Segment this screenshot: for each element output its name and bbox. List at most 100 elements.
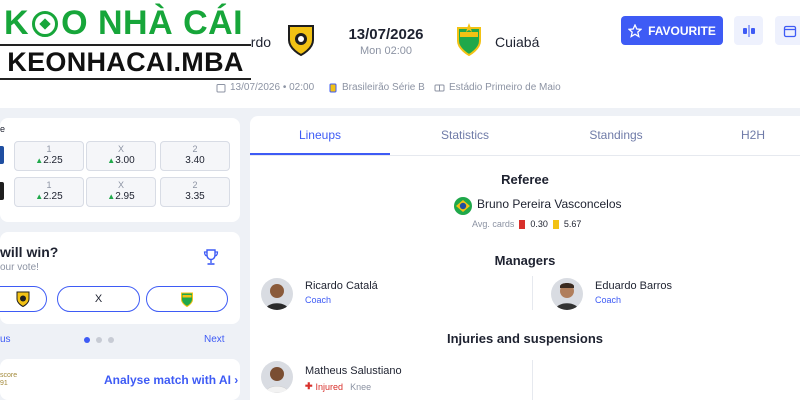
odds-value-text: 2.25 bbox=[43, 191, 63, 202]
red-card-avg: 0.30 bbox=[530, 219, 548, 229]
ai-logo-line1: score bbox=[0, 372, 18, 379]
tab-h2h[interactable]: H2H bbox=[694, 116, 800, 154]
logo-bottom-text: KEONHACAI.MBA bbox=[7, 47, 244, 77]
injury-status: ✚ Injured Knee bbox=[305, 381, 371, 392]
person-icon bbox=[265, 284, 289, 310]
compare-button[interactable] bbox=[734, 16, 763, 45]
brazil-flag-icon bbox=[454, 197, 472, 215]
odds-value: ▲2.95 bbox=[87, 191, 155, 202]
vote-subtitle: our vote! bbox=[0, 262, 39, 273]
bookmaker-2-logo[interactable] bbox=[0, 182, 4, 200]
odds-value: ▲2.25 bbox=[15, 191, 83, 202]
tab-statistics[interactable]: Statistics bbox=[395, 116, 535, 154]
away-manager-name[interactable]: Eduardo Barros bbox=[595, 280, 672, 292]
match-time: Mon 02:00 bbox=[360, 45, 412, 57]
league-icon bbox=[329, 83, 337, 92]
manager-divider bbox=[532, 276, 533, 310]
injuries-divider bbox=[532, 360, 533, 400]
calendar-icon bbox=[216, 83, 226, 92]
person-icon bbox=[264, 367, 290, 393]
chevron-right-icon: › bbox=[234, 373, 239, 387]
logo-top-text: K O NHÀ CÁI bbox=[4, 4, 243, 43]
meta-stadium: Estádio Primeiro de Maio bbox=[434, 82, 561, 93]
injury-cross-icon: ✚ bbox=[305, 381, 313, 391]
odds-cell-1-draw[interactable]: X ▲3.00 bbox=[86, 141, 156, 171]
soccer-ball-icon bbox=[32, 10, 59, 37]
odds-value-text: 3.00 bbox=[115, 155, 135, 166]
calendar-button[interactable] bbox=[775, 16, 800, 45]
home-team-crest-icon[interactable] bbox=[283, 22, 319, 58]
vote-title: will win? bbox=[0, 244, 59, 260]
vote-home-button[interactable] bbox=[0, 286, 47, 312]
away-manager-role: Coach bbox=[595, 295, 622, 305]
avatar[interactable] bbox=[551, 278, 583, 310]
away-team-crest-icon bbox=[181, 292, 193, 308]
analyse-ai-link[interactable]: Analyse match with AI › bbox=[104, 373, 238, 387]
pager-dot[interactable] bbox=[108, 337, 114, 343]
meta-league[interactable]: Brasileirão Série B bbox=[328, 82, 425, 93]
odds-label: 1 bbox=[46, 180, 52, 190]
person-icon bbox=[555, 283, 579, 310]
favourite-label: FAVOURITE bbox=[648, 23, 716, 38]
odds-cell-1-away[interactable]: 2 3.40 bbox=[160, 141, 230, 171]
odds-value: ▲2.25 bbox=[15, 155, 83, 166]
injured-player-name[interactable]: Matheus Salustiano bbox=[305, 365, 402, 377]
pager-dot-active[interactable] bbox=[84, 337, 90, 343]
star-icon bbox=[628, 23, 643, 38]
odds-value-text: 3.35 bbox=[185, 191, 205, 202]
home-team-crest-icon bbox=[16, 291, 30, 308]
match-date: 13/07/2026 bbox=[348, 26, 424, 43]
avg-cards-label: Avg. cards bbox=[472, 219, 515, 229]
ai-partner-logo: score 91 bbox=[0, 372, 17, 388]
odds-value: ▲3.00 bbox=[87, 155, 155, 166]
odds-value-text: 2.95 bbox=[115, 191, 135, 202]
odds-cell-2-draw[interactable]: X ▲2.95 bbox=[86, 177, 156, 207]
odds-label: 2 bbox=[192, 144, 198, 154]
odds-cell-2-away[interactable]: 2 3.35 bbox=[160, 177, 230, 207]
meta-stadium-text: Estádio Primeiro de Maio bbox=[449, 82, 561, 93]
injury-detail: Knee bbox=[350, 381, 372, 392]
avatar[interactable] bbox=[261, 361, 293, 393]
calendar-icon bbox=[783, 25, 796, 37]
site-logo[interactable]: K O NHÀ CÁI KEONHACAI.MBA bbox=[0, 0, 251, 80]
odds-label: 2 bbox=[192, 180, 198, 190]
meta-datetime: 13/07/2026 • 02:00 bbox=[216, 82, 314, 93]
injury-status-text: Injured bbox=[315, 381, 344, 392]
compare-icon bbox=[742, 24, 755, 37]
managers-title: Managers bbox=[494, 253, 556, 268]
pager-next[interactable]: Next bbox=[204, 334, 225, 345]
logo-top-post: O NHÀ CÁI bbox=[61, 4, 244, 42]
home-manager-role: Coach bbox=[305, 295, 332, 305]
odds-label: 1 bbox=[46, 144, 52, 154]
odds-cell-1-home[interactable]: 1 ▲2.25 bbox=[14, 141, 84, 171]
ai-logo-line2: 91 bbox=[0, 380, 8, 387]
vote-draw-label: X bbox=[94, 293, 103, 305]
tab-lineups[interactable]: Lineups bbox=[250, 116, 390, 154]
vote-draw-button[interactable]: X bbox=[57, 286, 140, 312]
tab-standings[interactable]: Standings bbox=[546, 116, 686, 154]
away-team-name[interactable]: Cuiabá bbox=[495, 34, 539, 50]
away-team-crest-icon[interactable] bbox=[451, 22, 487, 58]
referee-name[interactable]: Bruno Pereira Vasconcelos bbox=[477, 197, 622, 211]
meta-league-text: Brasileirão Série B bbox=[342, 82, 425, 93]
favourite-button[interactable]: FAVOURITE bbox=[621, 16, 723, 45]
odds-value-text: 2.25 bbox=[43, 155, 63, 166]
odds-label: X bbox=[117, 144, 124, 154]
avatar[interactable] bbox=[261, 278, 293, 310]
home-manager-name[interactable]: Ricardo Catalá bbox=[305, 280, 378, 292]
referee-title: Referee bbox=[501, 172, 549, 187]
odds-label: X bbox=[117, 180, 124, 190]
odds-cell-2-home[interactable]: 1 ▲2.25 bbox=[14, 177, 84, 207]
pager-previous[interactable]: us bbox=[0, 334, 11, 345]
bookmaker-1-logo[interactable] bbox=[0, 146, 4, 164]
pager-dot[interactable] bbox=[96, 337, 102, 343]
yellow-card-avg: 5.67 bbox=[563, 219, 582, 229]
logo-top-pre: K bbox=[4, 4, 30, 42]
referee-avg-cards: Avg. cards 0.30 5.67 bbox=[472, 219, 581, 229]
red-card-icon bbox=[519, 219, 526, 229]
meta-datetime-text: 13/07/2026 • 02:00 bbox=[230, 82, 315, 93]
yellow-card-icon bbox=[552, 219, 559, 229]
tab-divider bbox=[250, 155, 800, 156]
logo-bottom-bar: KEONHACAI.MBA bbox=[0, 44, 251, 80]
vote-away-button[interactable] bbox=[146, 286, 228, 312]
